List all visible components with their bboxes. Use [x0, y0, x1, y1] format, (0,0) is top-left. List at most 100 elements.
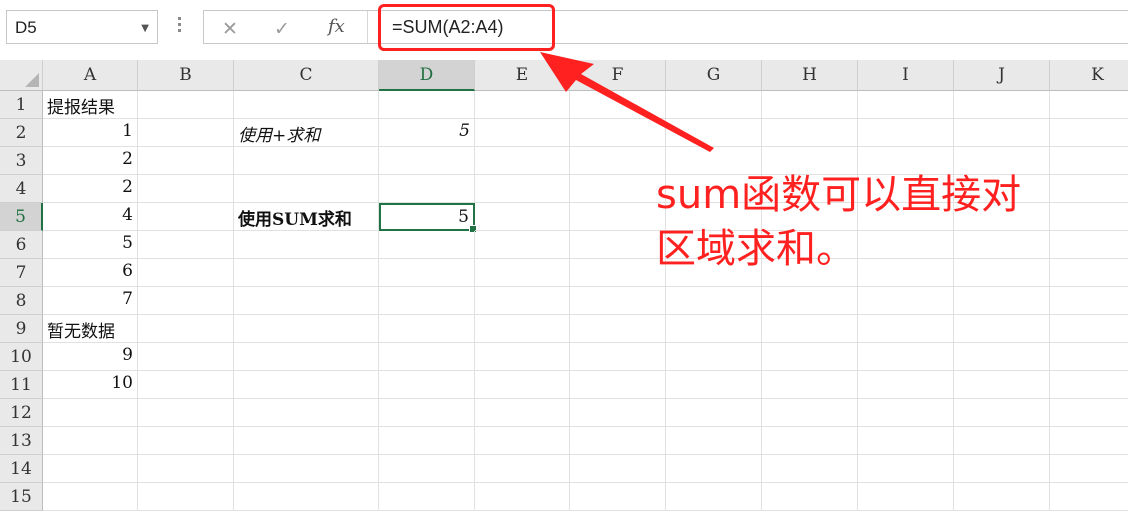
cell-A8[interactable]: 7 — [43, 287, 138, 315]
row-header-12[interactable]: 12 — [0, 399, 43, 427]
cell-A4[interactable]: 2 — [43, 175, 138, 203]
cell-A14[interactable] — [43, 455, 138, 483]
more-options-icon[interactable] — [176, 14, 182, 38]
cell-K9[interactable] — [1050, 315, 1128, 343]
column-header-J[interactable]: J — [954, 60, 1050, 91]
cancel-icon[interactable]: ✕ — [222, 18, 238, 40]
cell-B5[interactable] — [138, 203, 234, 231]
cell-B6[interactable] — [138, 231, 234, 259]
cell-I15[interactable] — [858, 483, 954, 511]
row-header-7[interactable]: 7 — [0, 259, 43, 287]
cell-B14[interactable] — [138, 455, 234, 483]
column-header-I[interactable]: I — [858, 60, 954, 91]
cell-F4[interactable] — [570, 175, 666, 203]
row-header-3[interactable]: 3 — [0, 147, 43, 175]
column-header-G[interactable]: G — [666, 60, 762, 91]
cell-A13[interactable] — [43, 427, 138, 455]
cell-D3[interactable] — [379, 147, 475, 175]
cell-F9[interactable] — [570, 315, 666, 343]
cell-J9[interactable] — [954, 315, 1050, 343]
cell-F13[interactable] — [570, 427, 666, 455]
cell-D4[interactable] — [379, 175, 475, 203]
cell-A6[interactable]: 5 — [43, 231, 138, 259]
cell-F5[interactable] — [570, 203, 666, 231]
cell-I11[interactable] — [858, 371, 954, 399]
active-cell-D5[interactable]: 5 — [379, 203, 477, 233]
cell-H2[interactable] — [762, 119, 858, 147]
cell-B13[interactable] — [138, 427, 234, 455]
cell-E9[interactable] — [475, 315, 570, 343]
cell-G8[interactable] — [666, 287, 762, 315]
cell-C14[interactable] — [234, 455, 379, 483]
enter-icon[interactable]: ✓ — [274, 18, 290, 40]
column-header-A[interactable]: A — [43, 60, 138, 91]
column-header-F[interactable]: F — [570, 60, 666, 91]
cell-F11[interactable] — [570, 371, 666, 399]
column-header-C[interactable]: C — [234, 60, 379, 91]
cell-H1[interactable] — [762, 91, 858, 119]
row-header-15[interactable]: 15 — [0, 483, 43, 511]
cell-J13[interactable] — [954, 427, 1050, 455]
cell-J15[interactable] — [954, 483, 1050, 511]
cell-H11[interactable] — [762, 371, 858, 399]
cell-H10[interactable] — [762, 343, 858, 371]
cell-A9[interactable]: 暂无数据 — [43, 315, 138, 343]
row-header-6[interactable]: 6 — [0, 231, 43, 259]
column-header-E[interactable]: E — [475, 60, 570, 91]
cell-B3[interactable] — [138, 147, 234, 175]
cell-E3[interactable] — [475, 147, 570, 175]
cell-J12[interactable] — [954, 399, 1050, 427]
formula-bar[interactable]: ✕ ✓ fx =SUM(A2:A4) — [203, 10, 1128, 44]
cell-E1[interactable] — [475, 91, 570, 119]
cell-I14[interactable] — [858, 455, 954, 483]
cell-A7[interactable]: 6 — [43, 259, 138, 287]
row-header-4[interactable]: 4 — [0, 175, 43, 203]
cell-I2[interactable] — [858, 119, 954, 147]
cell-E2[interactable] — [475, 119, 570, 147]
cell-H13[interactable] — [762, 427, 858, 455]
cell-B4[interactable] — [138, 175, 234, 203]
cell-E14[interactable] — [475, 455, 570, 483]
cell-E8[interactable] — [475, 287, 570, 315]
cell-G14[interactable] — [666, 455, 762, 483]
cell-D12[interactable] — [379, 399, 475, 427]
cell-D14[interactable] — [379, 455, 475, 483]
cell-C2[interactable]: 使用+求和 — [234, 119, 379, 147]
column-header-H[interactable]: H — [762, 60, 858, 91]
cell-I10[interactable] — [858, 343, 954, 371]
cell-E15[interactable] — [475, 483, 570, 511]
cell-F14[interactable] — [570, 455, 666, 483]
cell-J11[interactable] — [954, 371, 1050, 399]
cell-K12[interactable] — [1050, 399, 1128, 427]
cell-D9[interactable] — [379, 315, 475, 343]
column-header-B[interactable]: B — [138, 60, 234, 91]
cell-C8[interactable] — [234, 287, 379, 315]
cell-G13[interactable] — [666, 427, 762, 455]
cell-F10[interactable] — [570, 343, 666, 371]
chevron-down-icon[interactable]: ▼ — [141, 23, 149, 34]
cell-C9[interactable] — [234, 315, 379, 343]
cell-B2[interactable] — [138, 119, 234, 147]
cell-H15[interactable] — [762, 483, 858, 511]
row-header-2[interactable]: 2 — [0, 119, 43, 147]
cell-E10[interactable] — [475, 343, 570, 371]
cell-I12[interactable] — [858, 399, 954, 427]
cell-F15[interactable] — [570, 483, 666, 511]
column-header-K[interactable]: K — [1050, 60, 1128, 91]
cell-C6[interactable] — [234, 231, 379, 259]
row-header-5[interactable]: 5 — [0, 203, 43, 231]
cell-E13[interactable] — [475, 427, 570, 455]
row-header-8[interactable]: 8 — [0, 287, 43, 315]
cell-F6[interactable] — [570, 231, 666, 259]
cell-D13[interactable] — [379, 427, 475, 455]
row-header-11[interactable]: 11 — [0, 371, 43, 399]
cell-E5[interactable] — [475, 203, 570, 231]
cell-D6[interactable] — [379, 231, 475, 259]
cell-E6[interactable] — [475, 231, 570, 259]
cell-J10[interactable] — [954, 343, 1050, 371]
cell-D8[interactable] — [379, 287, 475, 315]
row-header-1[interactable]: 1 — [0, 91, 43, 119]
cell-D15[interactable] — [379, 483, 475, 511]
cell-A11[interactable]: 10 — [43, 371, 138, 399]
cell-B10[interactable] — [138, 343, 234, 371]
